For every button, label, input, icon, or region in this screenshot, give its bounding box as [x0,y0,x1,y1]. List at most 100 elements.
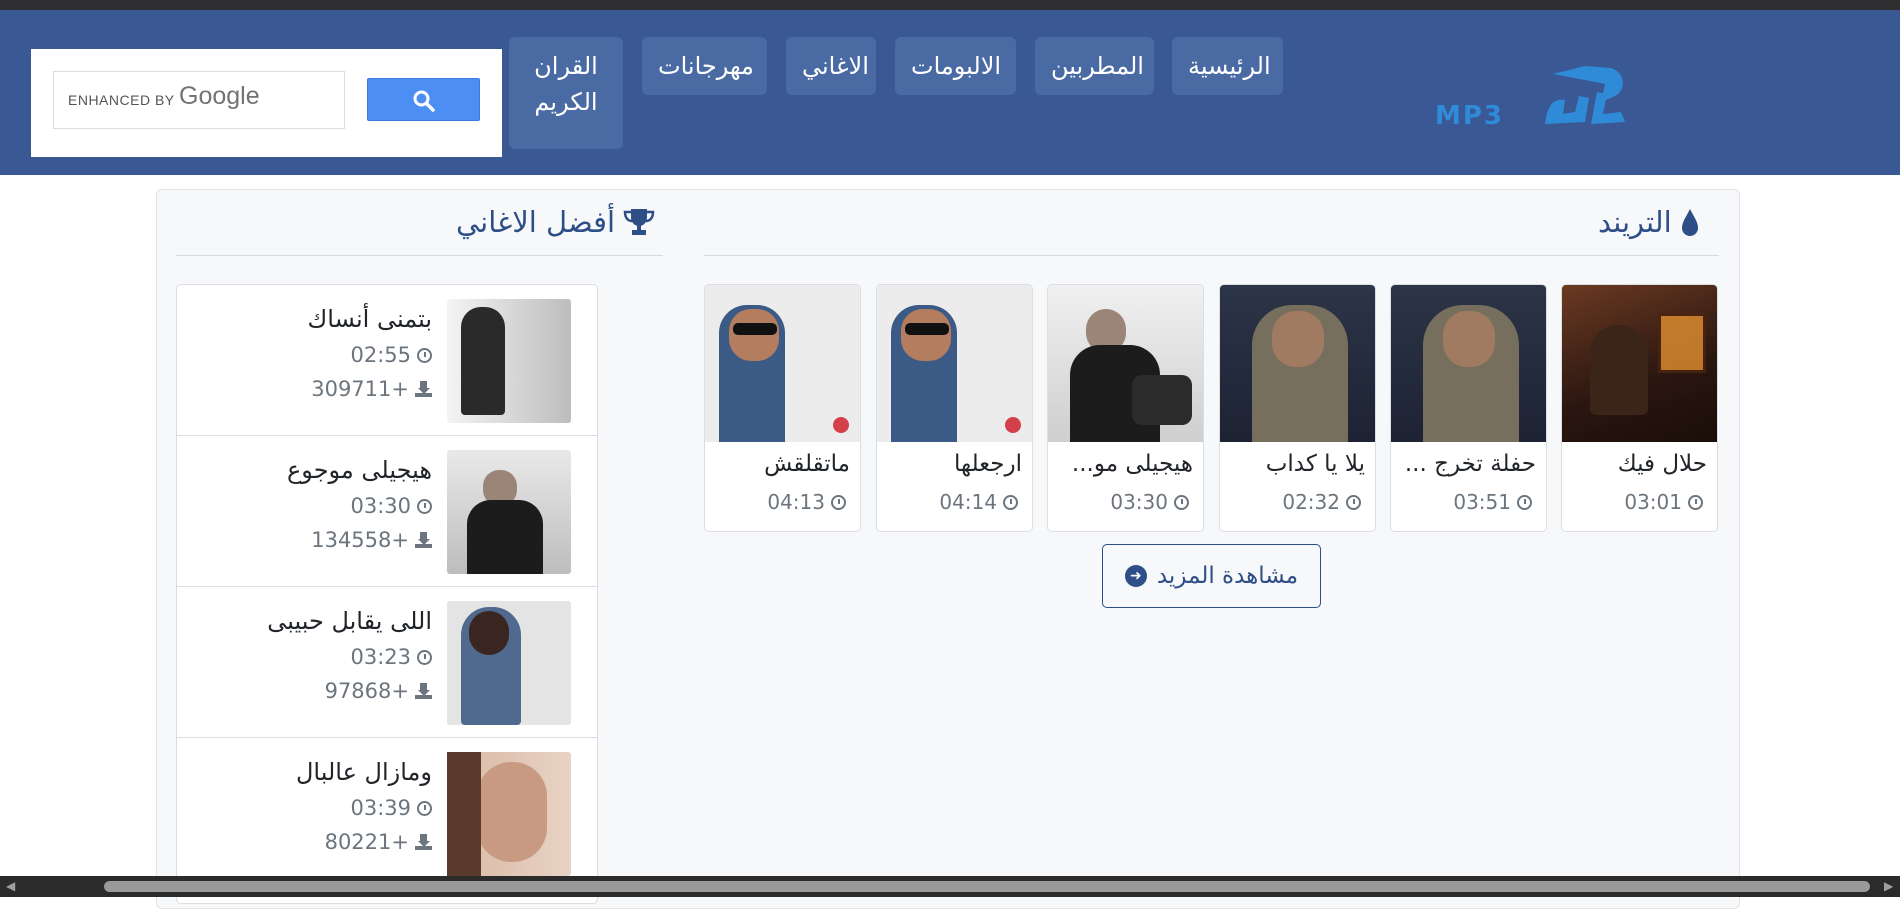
download-icon [415,532,432,548]
top-songs-heading-text: أفضل الاغاني [456,205,616,239]
view-more-button[interactable]: مشاهدة المزيد ➜ [1102,544,1321,608]
face-art [1443,311,1495,367]
trend-card[interactable]: حلال فيك 03:01 [1561,284,1718,532]
window-art [1658,313,1706,373]
chair-art [1132,375,1192,425]
download-icon [415,834,432,850]
song-title: ماتقلقش [764,451,850,477]
nav-songs[interactable]: الاغاني [786,37,876,95]
list-item[interactable]: اللى يقابل حبيبى 03:23 +97868 [177,587,597,738]
clock-icon [417,800,432,816]
song-title: ومازال عالبال [295,758,432,786]
google-label: Google [179,82,260,110]
song-duration: 04:14 [939,490,1018,514]
album-cover [1391,285,1546,442]
nav-home[interactable]: الرئيسية [1172,37,1283,95]
download-count: +80221 [325,830,432,854]
duration-text: 04:14 [939,490,997,514]
trend-heading-text: التريند [1598,205,1672,239]
face-art [1272,311,1324,367]
duration-text: 03:51 [1453,490,1511,514]
sunglasses-art [733,323,777,335]
album-cover [1562,285,1717,442]
google-search: ENHANCED BY Google [31,49,502,157]
site-header: MP3 الرئيسية المطربين الالبومات الاغاني … [0,10,1900,175]
song-duration: 03:23 [350,645,432,669]
trophy-icon [623,209,655,235]
download-icon [415,381,432,397]
album-cover [1048,285,1203,442]
song-duration: 04:13 [767,490,846,514]
scroll-left-icon[interactable]: ◀ [6,879,15,893]
album-cover [1220,285,1375,442]
song-title: بتمنى أنساك [307,305,432,333]
clock-icon [417,649,432,665]
trend-card[interactable]: ارجعلها 04:14 [876,284,1033,532]
download-count: +134558 [311,528,432,552]
nav-songs-label: الاغاني [802,52,869,80]
window-top-border [0,0,1900,10]
singer-art [1590,325,1648,415]
song-title: يلا يا كداب [1265,451,1365,477]
face-art [901,309,951,361]
duration-text: 03:39 [350,796,411,820]
clock-icon [417,498,432,514]
list-item[interactable]: بتمنى أنساك 02:55 +309711 [177,285,597,436]
song-duration: 03:39 [350,796,432,820]
hair-art [469,611,509,655]
trend-card[interactable]: يلا يا كداب 02:32 [1219,284,1376,532]
clock-icon [1174,494,1189,510]
scrollbar-thumb[interactable] [104,881,1870,892]
duration-text: 03:30 [350,494,411,518]
song-cover [447,601,571,725]
clock-icon [1688,494,1703,510]
face-art [477,762,547,862]
album-cover [705,285,860,442]
song-title: حلال فيك [1617,451,1707,477]
trend-heading: التريند [1598,205,1700,239]
drop-icon [1681,209,1698,236]
nav-albums[interactable]: الالبومات [895,37,1016,95]
site-logo[interactable]: MP3 [1435,62,1655,137]
download-count-text: +309711 [311,377,409,401]
song-title: اللى يقابل حبيبى [267,607,432,635]
top-songs-divider [176,255,663,256]
trend-card[interactable]: هيجيلى مو... 03:30 [1047,284,1204,532]
top-songs-heading: أفضل الاغاني [456,205,655,239]
song-duration: 03:01 [1624,490,1703,514]
nav-singers-label: المطربين [1051,52,1144,80]
scroll-right-icon[interactable]: ▶ [1884,879,1893,893]
enhanced-by-label: ENHANCED BY [68,92,175,108]
song-cover [447,450,571,574]
download-count-text: +97868 [324,679,409,703]
top-songs-list: بتمنى أنساك 02:55 +309711 هيجيلى موجوع 0… [176,284,598,904]
nav-festivals-label: مهرجانات [658,52,754,80]
duration-text: 02:32 [1282,490,1340,514]
search-button[interactable] [367,78,480,121]
duration-text: 03:30 [1110,490,1168,514]
face-art [729,309,779,361]
arrow-circle-icon: ➜ [1124,565,1147,587]
clock-icon [831,494,846,510]
clock-icon [1003,494,1018,510]
singer-art [461,307,505,415]
trend-card[interactable]: ماتقلقش 04:13 [704,284,861,532]
label-logo-art [1005,417,1021,433]
list-item[interactable]: هيجيلى موجوع 03:30 +134558 [177,436,597,587]
nav-quran[interactable]: القران الكريم [509,37,623,149]
download-count-text: +80221 [324,830,409,854]
clock-icon [1517,494,1532,510]
search-input[interactable]: ENHANCED BY Google [53,71,345,129]
singer-art [467,500,543,574]
clock-icon [417,347,432,363]
duration-text: 03:01 [1624,490,1682,514]
list-item[interactable]: ومازال عالبال 03:39 +80221 [177,738,597,889]
song-duration: 03:30 [1110,490,1189,514]
trend-card[interactable]: حفلة تخرج ... 03:51 [1390,284,1547,532]
album-cover [877,285,1032,442]
nav-singers[interactable]: المطربين [1035,37,1154,95]
nav-quran-label: القران الكريم [534,52,598,116]
song-title: هيجيلى مو... [1071,451,1193,477]
nav-festivals[interactable]: مهرجانات [642,37,767,95]
song-duration: 02:32 [1282,490,1361,514]
